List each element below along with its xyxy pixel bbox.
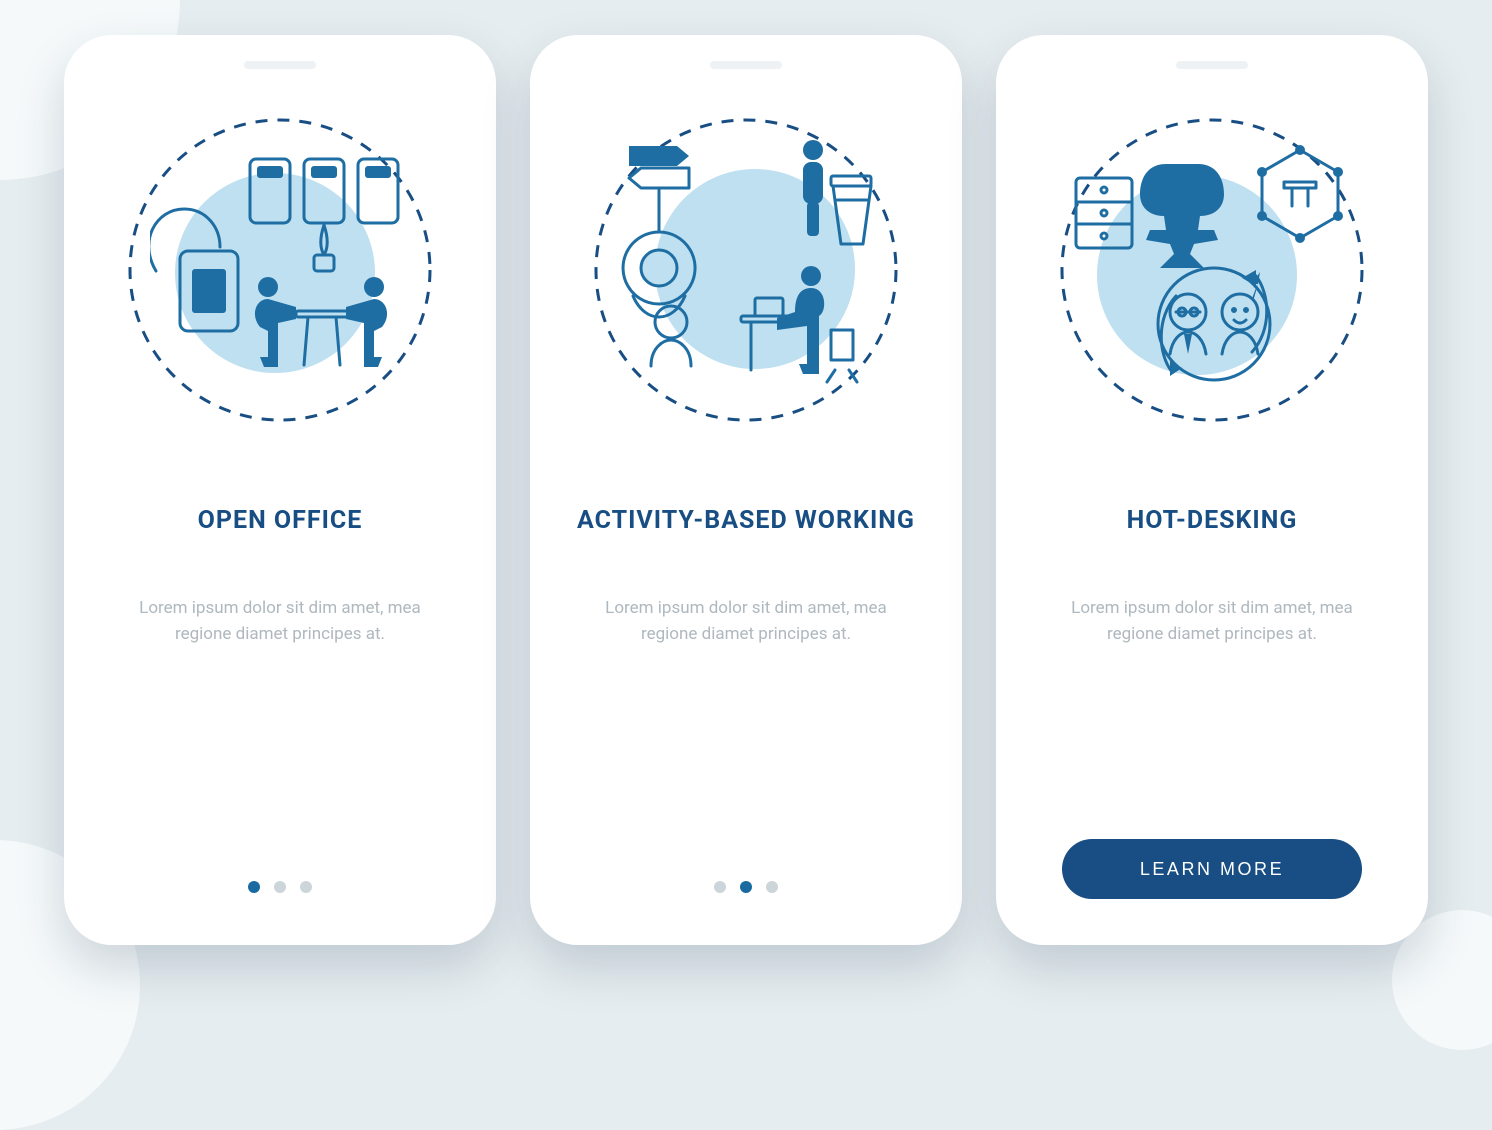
dot-2[interactable] <box>740 881 752 893</box>
dot-3[interactable] <box>300 881 312 893</box>
activity-based-working-icon <box>591 115 901 425</box>
dot-1[interactable] <box>714 881 726 893</box>
dot-3[interactable] <box>766 881 778 893</box>
phone-row: OPEN OFFICE Lorem ipsum dolor sit dim am… <box>64 35 1428 945</box>
dot-1[interactable] <box>248 881 260 893</box>
screen-description: Lorem ipsum dolor sit dim amet, mea regi… <box>596 595 896 648</box>
onboarding-screen-1: OPEN OFFICE Lorem ipsum dolor sit dim am… <box>64 35 496 945</box>
screen-title: HOT-DESKING <box>1127 485 1298 557</box>
open-office-icon <box>125 115 435 425</box>
onboarding-screen-2: ACTIVITY-BASED WORKING Lorem ipsum dolor… <box>530 35 962 945</box>
page-indicator <box>714 881 778 899</box>
dot-2[interactable] <box>274 881 286 893</box>
screen-description: Lorem ipsum dolor sit dim amet, mea regi… <box>1062 595 1362 648</box>
screen-title: OPEN OFFICE <box>198 485 363 557</box>
screen-description: Lorem ipsum dolor sit dim amet, mea regi… <box>130 595 430 648</box>
screen-title: ACTIVITY-BASED WORKING <box>577 485 915 557</box>
hot-desking-icon <box>1057 115 1367 425</box>
page-indicator <box>248 881 312 899</box>
onboarding-screen-3: HOT-DESKING Lorem ipsum dolor sit dim am… <box>996 35 1428 945</box>
learn-more-button[interactable]: LEARN MORE <box>1062 839 1362 899</box>
